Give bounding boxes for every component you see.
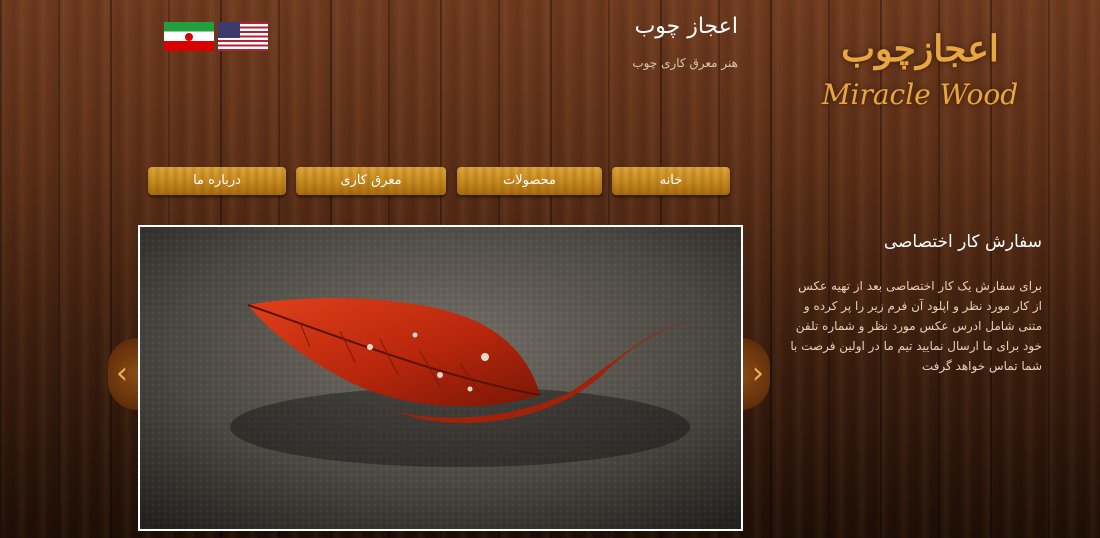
slider-image (140, 227, 741, 529)
us-flag-icon[interactable] (218, 22, 268, 51)
logo[interactable]: اعجازچوب Miracle Wood (800, 22, 1040, 122)
chevron-right-icon: › (752, 356, 764, 391)
sidebar-title: سفارش کار اختصاصی (883, 232, 1042, 252)
nav-home-button[interactable]: خانه (612, 167, 730, 195)
nav-about-button[interactable]: درباره ما (148, 167, 286, 195)
language-switcher (164, 22, 268, 51)
image-slider[interactable] (138, 225, 743, 531)
logo-english-text: Miracle Wood (821, 78, 1019, 111)
iran-flag-icon[interactable] (164, 22, 214, 51)
site-subtitle: هنر معرق کاری چوب (632, 56, 738, 70)
site-title: اعجاز چوب (634, 14, 738, 39)
logo-persian-text: اعجازچوب (841, 28, 999, 70)
chevron-left-icon: ‹ (116, 356, 128, 391)
nav-inlay-button[interactable]: معرق کاری (296, 167, 446, 195)
sidebar-text: برای سفارش یک کار اختصاصی بعد از تهیه عک… (790, 279, 1042, 373)
nav-products-button[interactable]: محصولات (457, 167, 602, 195)
